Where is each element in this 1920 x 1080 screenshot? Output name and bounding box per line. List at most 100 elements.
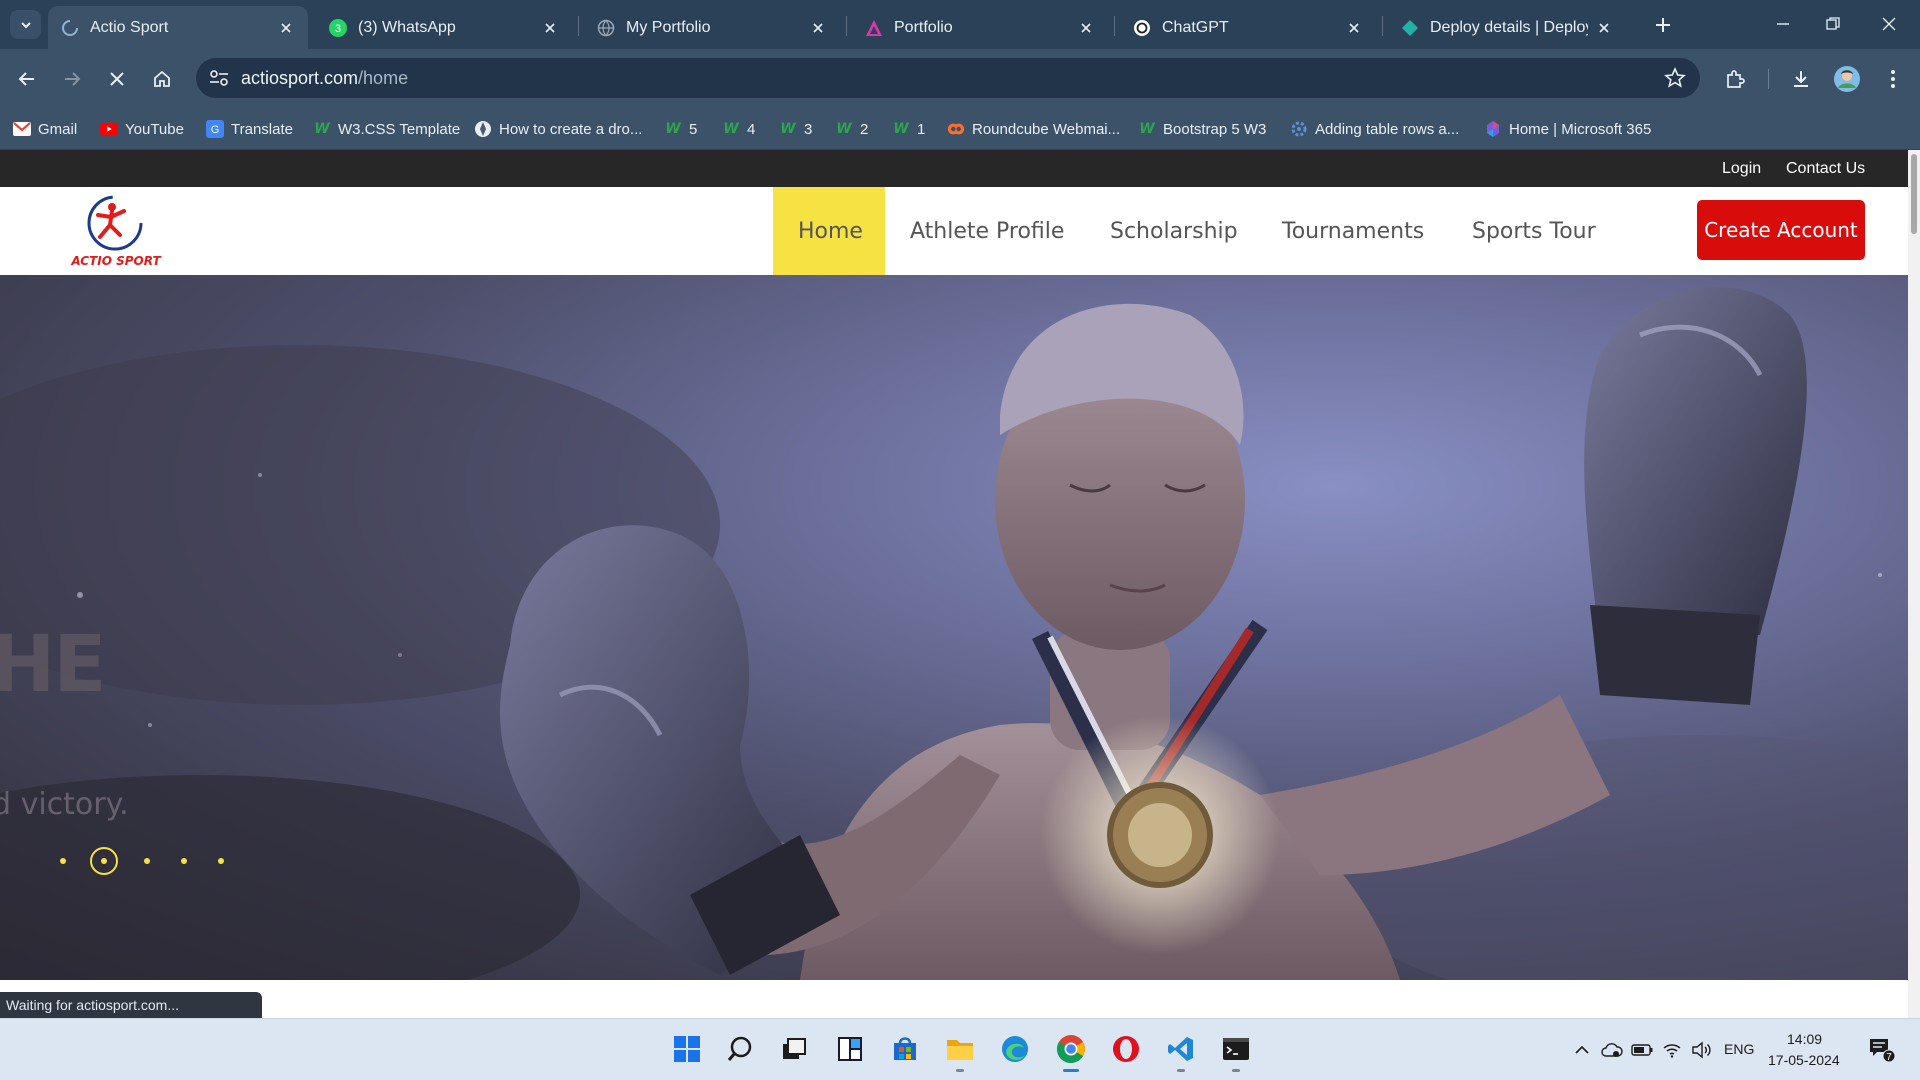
page-scrollbar[interactable] — [1908, 150, 1920, 1018]
opera-icon — [1113, 1036, 1139, 1062]
bookmark-label: How to create a dro... — [499, 120, 643, 138]
globe-icon — [596, 18, 616, 38]
extensions-button[interactable] — [1718, 62, 1752, 96]
tab-actio-sport[interactable]: Actio Sport — [48, 6, 308, 49]
task-view-icon — [783, 1038, 806, 1059]
wifi-button[interactable] — [1660, 1039, 1684, 1061]
nav-sports-tour[interactable]: Sports Tour — [1447, 187, 1621, 275]
chrome-button[interactable] — [1051, 1029, 1091, 1072]
login-link[interactable]: Login — [1722, 160, 1761, 178]
volume-button[interactable] — [1690, 1039, 1714, 1061]
task-view-button[interactable] — [774, 1029, 814, 1069]
bookmark-adding-table-rows[interactable]: Adding table rows a... — [1290, 116, 1459, 142]
terminal-button[interactable] — [1216, 1029, 1256, 1072]
start-icon — [674, 1036, 700, 1062]
input-language[interactable]: ENG — [1724, 1041, 1754, 1057]
restore-button[interactable] — [1810, 8, 1856, 40]
carousel-dot-2-active[interactable] — [90, 847, 118, 875]
stop-loading-button[interactable] — [100, 62, 134, 96]
vscode-button[interactable] — [1161, 1029, 1201, 1072]
bookmark-label: Bootstrap 5 W3 — [1163, 120, 1267, 138]
create-account-button[interactable]: Create Account — [1697, 200, 1865, 260]
star-icon[interactable] — [1664, 67, 1686, 89]
nav-scholarship[interactable]: Scholarship — [1085, 187, 1263, 275]
profile-button[interactable] — [1830, 62, 1864, 96]
bookmark-w3css-template[interactable]: W W3.CSS Template — [313, 116, 460, 142]
close-icon[interactable] — [1076, 18, 1096, 38]
arrow-left-icon — [18, 72, 34, 86]
address-bar[interactable]: actiosport.com/home — [196, 58, 1700, 98]
scrollbar-thumb[interactable] — [1911, 154, 1917, 234]
bookmark-gmail[interactable]: Gmail — [13, 116, 77, 142]
close-icon[interactable] — [1344, 18, 1364, 38]
site-settings-icon[interactable] — [208, 68, 230, 88]
minimize-button[interactable] — [1760, 8, 1806, 40]
carousel-indicators — [60, 846, 240, 876]
site-logo[interactable]: ACTIO SPORT — [70, 193, 170, 271]
tab-title: Deploy details | Deploys | r — [1430, 18, 1588, 36]
notification-center-button[interactable]: 7 — [1868, 1037, 1896, 1063]
bookmark-5[interactable]: W 5 — [664, 116, 697, 142]
bookmark-roundcube[interactable]: Roundcube Webmai... — [947, 116, 1120, 142]
file-explorer-button[interactable] — [940, 1029, 980, 1072]
back-button[interactable] — [10, 62, 44, 96]
show-hidden-icons-button[interactable] — [1570, 1039, 1594, 1061]
widgets-button[interactable] — [830, 1029, 870, 1069]
edge-icon — [1002, 1036, 1028, 1062]
tab-deploy-details[interactable]: Deploy details | Deploys | r — [1388, 6, 1626, 49]
bookmark-translate[interactable]: G Translate — [206, 116, 293, 142]
tab-search-button[interactable] — [10, 10, 41, 39]
carousel-dot-3[interactable] — [144, 858, 150, 864]
vscode-icon — [1168, 1037, 1193, 1061]
opera-button[interactable] — [1106, 1029, 1146, 1069]
tab-strip: Actio Sport 3 (3) WhatsApp My Portfolio — [0, 0, 1920, 49]
forward-button[interactable] — [55, 62, 89, 96]
tab-chatgpt[interactable]: ChatGPT — [1120, 6, 1376, 49]
bookmark-1[interactable]: W 1 — [892, 116, 925, 142]
close-icon[interactable] — [808, 18, 828, 38]
edge-button[interactable] — [995, 1029, 1035, 1069]
search-icon — [727, 1036, 752, 1061]
start-button[interactable] — [667, 1029, 707, 1069]
tab-title: (3) WhatsApp — [358, 18, 456, 36]
home-button[interactable] — [145, 62, 179, 96]
w3schools-icon: W — [665, 121, 681, 137]
new-tab-button[interactable] — [1650, 12, 1676, 38]
chrome-menu-button[interactable] — [1876, 62, 1910, 96]
nav-athlete-profile[interactable]: Athlete Profile — [885, 187, 1089, 275]
tab-my-portfolio[interactable]: My Portfolio — [584, 6, 840, 49]
bookmark-bootstrap[interactable]: W Bootstrap 5 W3 — [1138, 116, 1266, 142]
battery-button[interactable] — [1630, 1039, 1654, 1061]
bookmark-4[interactable]: W 4 — [722, 116, 755, 142]
bookmark-microsoft-365[interactable]: Home | Microsoft 365 — [1484, 116, 1651, 142]
contact-us-link[interactable]: Contact Us — [1786, 160, 1865, 178]
microsoft-store-button[interactable] — [885, 1029, 925, 1069]
nav-home[interactable]: Home — [773, 187, 885, 275]
plus-icon — [1656, 18, 1670, 32]
bookmark-youtube[interactable]: YouTube — [100, 116, 184, 142]
onedrive-button[interactable] — [1600, 1039, 1624, 1061]
bookmarks-bar: Gmail YouTube G Translate W W3.CSS Templ… — [0, 108, 1920, 150]
search-button[interactable] — [720, 1029, 760, 1069]
tab-portfolio[interactable]: Portfolio — [852, 6, 1108, 49]
nav-tournaments[interactable]: Tournaments — [1257, 187, 1449, 275]
tab-whatsapp[interactable]: 3 (3) WhatsApp — [316, 6, 572, 49]
chevron-up-icon — [1575, 1045, 1589, 1054]
bookmark-3[interactable]: W 3 — [779, 116, 812, 142]
bookmark-2[interactable]: W 2 — [835, 116, 868, 142]
translate-icon: G — [206, 120, 224, 138]
bookmark-label: 4 — [747, 120, 756, 138]
close-icon[interactable] — [276, 18, 296, 38]
close-window-button[interactable] — [1866, 8, 1912, 40]
carousel-dot-1[interactable] — [60, 858, 66, 864]
bookmark-how-to-create[interactable]: How to create a dro... — [474, 116, 642, 142]
carousel-dot-4[interactable] — [181, 858, 187, 864]
clock-time[interactable]: 14:09 — [1787, 1031, 1822, 1047]
close-icon[interactable] — [1594, 18, 1614, 38]
close-icon[interactable] — [540, 18, 560, 38]
carousel-dot-5[interactable] — [218, 858, 224, 864]
avatar — [1834, 66, 1860, 92]
clock-date[interactable]: 17-05-2024 — [1768, 1052, 1840, 1068]
downloads-button[interactable] — [1784, 62, 1818, 96]
url-text[interactable]: actiosport.com/home — [241, 68, 408, 89]
